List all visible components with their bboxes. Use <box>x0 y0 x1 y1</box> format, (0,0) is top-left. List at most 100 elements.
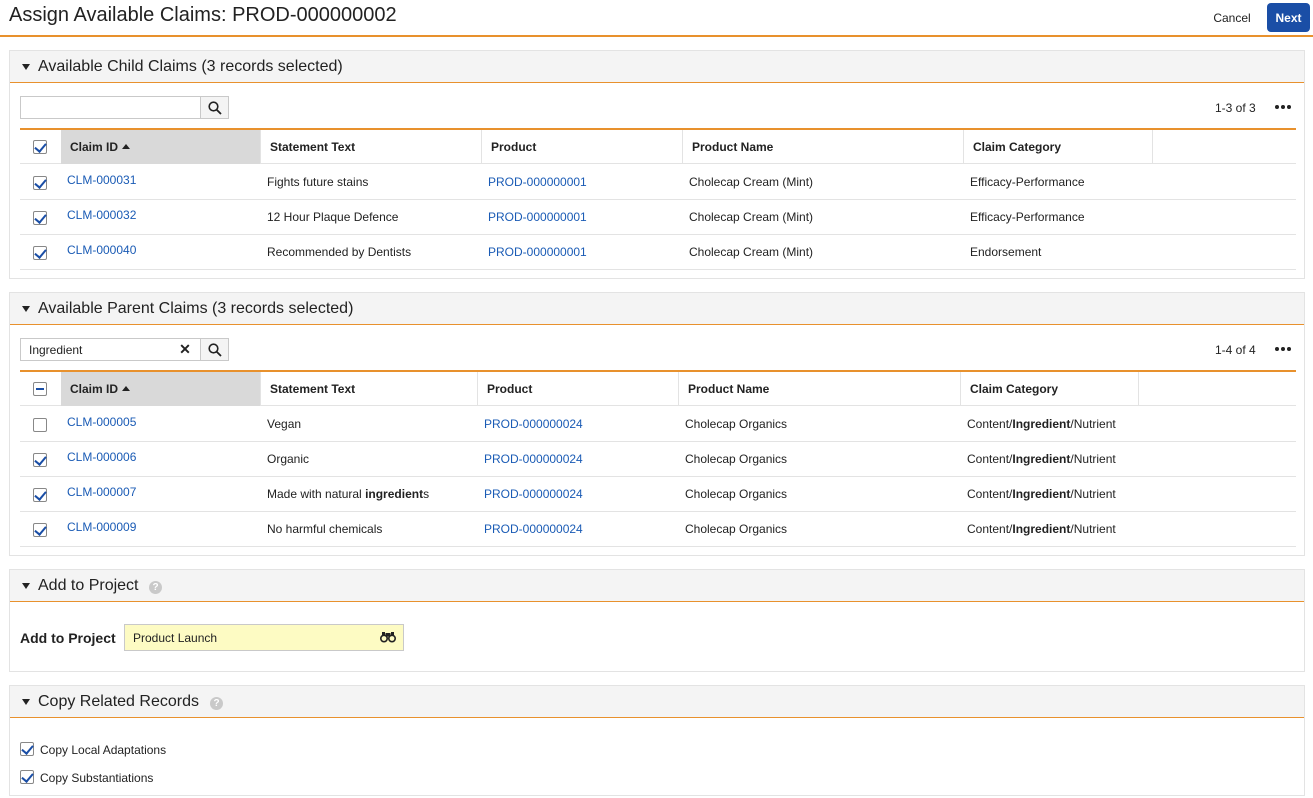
statement-text: No harmful chemicals <box>267 522 383 536</box>
copy-local-adaptations-label: Copy Local Adaptations <box>40 743 167 757</box>
claim-id-link[interactable]: CLM-000009 <box>61 512 136 547</box>
statement-text: Fights future stains <box>267 175 369 189</box>
child-claims-title: Available Child Claims (3 records select… <box>38 58 343 75</box>
parent-search-input[interactable] <box>21 339 171 360</box>
product-name: Cholecap Cream (Mint) <box>689 210 814 224</box>
column-header-claim-id[interactable]: Claim ID <box>61 130 261 164</box>
column-header-product[interactable]: Product <box>482 130 683 164</box>
product-link[interactable]: PROD-000000024 <box>484 417 583 431</box>
product-name: Cholecap Cream (Mint) <box>689 175 814 189</box>
help-icon[interactable]: ? <box>149 581 162 594</box>
add-to-project-label: Add to Project <box>20 630 116 646</box>
copy-related-header[interactable]: Copy Related Records ? <box>10 686 1304 718</box>
row-checkbox[interactable] <box>33 453 47 467</box>
claim-category: Content/Ingredient/Nutrient <box>967 522 1116 536</box>
column-header-claim-id[interactable]: Claim ID <box>61 372 261 406</box>
table-row: CLM-000006 Organic PROD-000000024 Cholec… <box>20 442 1296 477</box>
row-checkbox[interactable] <box>33 418 47 432</box>
claim-category: Endorsement <box>970 245 1042 259</box>
product-name: Cholecap Organics <box>685 452 788 466</box>
add-to-project-title: Add to Project <box>38 577 139 594</box>
product-link[interactable]: PROD-000000001 <box>488 245 587 259</box>
row-checkbox[interactable] <box>33 488 47 502</box>
claim-id-link[interactable]: CLM-000031 <box>61 165 136 200</box>
product-link[interactable]: PROD-000000024 <box>484 522 583 536</box>
child-search-button[interactable] <box>200 96 229 119</box>
clear-icon[interactable]: ✕ <box>178 342 192 356</box>
product-link[interactable]: PROD-000000024 <box>484 452 583 466</box>
sort-ascending-icon <box>122 144 131 149</box>
column-header-claim-category[interactable]: Claim Category <box>964 130 1153 164</box>
claim-category: Content/Ingredient/Nutrient <box>967 452 1116 466</box>
table-row: CLM-000031 Fights future stains PROD-000… <box>20 165 1296 200</box>
copy-related-title: Copy Related Records <box>38 693 199 710</box>
statement-text: Made with natural ingredients <box>267 487 430 501</box>
collapse-caret-icon[interactable] <box>22 306 30 312</box>
claim-id-link[interactable]: CLM-000007 <box>61 477 136 512</box>
help-icon[interactable]: ? <box>210 697 223 710</box>
column-header-product[interactable]: Product <box>478 372 679 406</box>
parent-claims-grid: Claim ID Statement Text Product Product … <box>20 370 1296 547</box>
parent-claims-panel: Available Parent Claims (3 records selec… <box>9 292 1305 556</box>
parent-search-box: ✕ <box>20 338 229 361</box>
parent-pager: 1-4 of 4 <box>1215 343 1256 357</box>
product-name: Cholecap Organics <box>685 522 788 536</box>
collapse-caret-icon[interactable] <box>22 64 30 70</box>
copy-substantiations-checkbox[interactable] <box>20 770 34 784</box>
column-header-product-name[interactable]: Product Name <box>683 130 964 164</box>
project-lookup-field <box>124 624 404 651</box>
claim-id-link[interactable]: CLM-000005 <box>61 407 136 442</box>
product-link[interactable]: PROD-000000001 <box>488 175 587 189</box>
row-checkbox[interactable] <box>33 176 47 190</box>
column-header-claim-category[interactable]: Claim Category <box>961 372 1139 406</box>
search-icon <box>208 101 222 115</box>
statement-text: Vegan <box>267 417 302 431</box>
product-name: Cholecap Organics <box>685 487 788 501</box>
more-options-icon[interactable] <box>1274 343 1292 355</box>
parent-claims-title: Available Parent Claims (3 records selec… <box>38 300 354 317</box>
more-options-icon[interactable] <box>1274 101 1292 113</box>
claim-id-link[interactable]: CLM-000032 <box>61 200 136 235</box>
sort-ascending-icon <box>122 386 131 391</box>
column-header-product-name[interactable]: Product Name <box>679 372 961 406</box>
claim-category: Content/Ingredient/Nutrient <box>967 417 1116 431</box>
statement-text: 12 Hour Plaque Defence <box>267 210 399 224</box>
column-header-statement-text[interactable]: Statement Text <box>261 130 482 164</box>
statement-text: Recommended by Dentists <box>267 245 412 259</box>
column-header-statement-text[interactable]: Statement Text <box>261 372 478 406</box>
add-to-project-header[interactable]: Add to Project ? <box>10 570 1304 602</box>
table-row: CLM-000005 Vegan PROD-000000024 Cholecap… <box>20 407 1296 442</box>
copy-substantiations-label: Copy Substantiations <box>40 771 154 785</box>
statement-text: Organic <box>267 452 310 466</box>
copy-local-adaptations-checkbox[interactable] <box>20 742 34 756</box>
row-checkbox[interactable] <box>33 246 47 260</box>
cancel-button[interactable]: Cancel <box>1204 7 1260 29</box>
product-link[interactable]: PROD-000000024 <box>484 487 583 501</box>
child-grid-header: Claim ID Statement Text Product Product … <box>20 130 1296 164</box>
table-row: CLM-000009 No harmful chemicals PROD-000… <box>20 512 1296 547</box>
claim-category: Efficacy-Performance <box>970 175 1085 189</box>
binoculars-icon[interactable] <box>380 631 396 643</box>
child-claims-grid: Claim ID Statement Text Product Product … <box>20 128 1296 270</box>
child-select-all-checkbox[interactable] <box>33 140 47 154</box>
claim-category: Content/Ingredient/Nutrient <box>967 487 1116 501</box>
child-claims-header[interactable]: Available Child Claims (3 records select… <box>10 51 1304 83</box>
parent-search-button[interactable] <box>200 338 229 361</box>
next-button[interactable]: Next <box>1267 3 1310 32</box>
add-to-project-panel: Add to Project ? Add to Project <box>9 569 1305 672</box>
claim-id-link[interactable]: CLM-000040 <box>61 235 136 270</box>
parent-claims-header[interactable]: Available Parent Claims (3 records selec… <box>10 293 1304 325</box>
child-search-input[interactable] <box>21 97 200 118</box>
copy-related-records-panel: Copy Related Records ? Copy Local Adapta… <box>9 685 1305 796</box>
product-link[interactable]: PROD-000000001 <box>488 210 587 224</box>
table-row: CLM-000040 Recommended by Dentists PROD-… <box>20 235 1296 270</box>
table-row: CLM-000007 Made with natural ingredients… <box>20 477 1296 512</box>
collapse-caret-icon[interactable] <box>22 699 30 705</box>
collapse-caret-icon[interactable] <box>22 583 30 589</box>
claim-category: Efficacy-Performance <box>970 210 1085 224</box>
row-checkbox[interactable] <box>33 523 47 537</box>
row-checkbox[interactable] <box>33 211 47 225</box>
parent-select-all-checkbox[interactable] <box>33 382 47 396</box>
project-lookup-input[interactable] <box>125 625 375 650</box>
claim-id-link[interactable]: CLM-000006 <box>61 442 136 477</box>
